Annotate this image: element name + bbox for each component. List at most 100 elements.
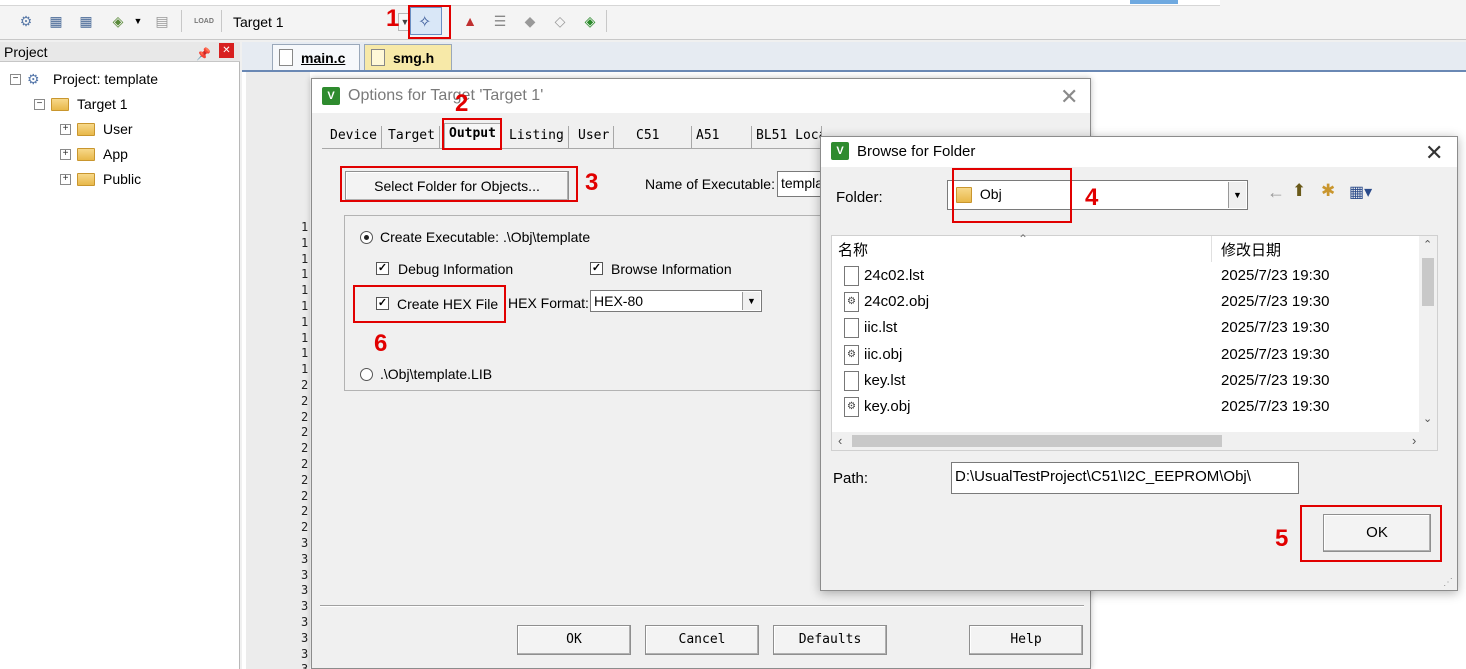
file-name: iic.obj bbox=[864, 345, 903, 363]
line-number: 1 bbox=[301, 346, 309, 361]
tab-main-c[interactable]: main.c bbox=[272, 44, 360, 70]
column-header-name[interactable]: 名称 bbox=[838, 239, 868, 260]
tree-item-group[interactable]: + App bbox=[60, 144, 128, 164]
object-file-icon: ⚙ bbox=[844, 344, 859, 365]
tree-item-project[interactable]: − ⚙ Project: template bbox=[10, 69, 158, 89]
expand-icon[interactable]: + bbox=[60, 148, 71, 160]
expand-icon[interactable]: + bbox=[60, 123, 71, 135]
help-button[interactable]: Help bbox=[969, 625, 1083, 655]
scroll-thumb[interactable] bbox=[1422, 258, 1434, 306]
stop-build-icon[interactable]: ▤ bbox=[152, 11, 172, 31]
chevron-down-icon[interactable]: ▼ bbox=[1228, 182, 1246, 208]
build-icon[interactable]: ▦ bbox=[46, 11, 66, 31]
file-extensions-icon[interactable]: ☰ bbox=[490, 11, 510, 31]
collapse-icon[interactable]: − bbox=[34, 98, 45, 110]
defaults-button[interactable]: Defaults bbox=[773, 625, 887, 655]
scroll-left-icon[interactable]: ‹ bbox=[838, 433, 842, 448]
tree-item-label: App bbox=[103, 146, 128, 162]
resize-grip-icon[interactable]: ⋰ bbox=[1443, 577, 1453, 588]
tab-c51[interactable]: C51 bbox=[632, 126, 692, 148]
line-number: 1 bbox=[301, 220, 309, 234]
file-row[interactable]: 24c02.lst 2025/7/23 19:30 bbox=[832, 264, 1419, 290]
tab-label: smg.h bbox=[393, 49, 435, 66]
rte-icon[interactable]: ◆ bbox=[520, 11, 540, 31]
back-arrow-icon[interactable]: ← bbox=[1267, 182, 1285, 203]
file-name: 24c02.lst bbox=[864, 267, 925, 284]
create-library-radio[interactable] bbox=[360, 368, 373, 381]
tree-item-group[interactable]: + User bbox=[60, 119, 133, 139]
line-number: 3 bbox=[301, 567, 309, 582]
debug-info-checkbox[interactable]: ✓ bbox=[376, 262, 389, 275]
close-icon[interactable]: ✕ bbox=[219, 43, 234, 58]
file-row[interactable]: ⚙ key.obj 2025/7/23 19:30 bbox=[832, 395, 1419, 421]
tree-item-group[interactable]: + Public bbox=[60, 169, 141, 189]
chevron-down-icon[interactable]: ▼ bbox=[742, 292, 760, 310]
batch-build-icon[interactable]: ◈ bbox=[108, 11, 128, 31]
browse-info-checkbox[interactable]: ✓ bbox=[590, 262, 603, 275]
scroll-right-icon[interactable]: › bbox=[1412, 433, 1416, 448]
create-exec-radio[interactable] bbox=[360, 231, 373, 244]
scroll-down-icon[interactable]: ⌄ bbox=[1423, 412, 1432, 425]
tab-device[interactable]: Device bbox=[326, 126, 382, 148]
file-row[interactable]: iic.lst 2025/7/23 19:30 bbox=[832, 316, 1419, 342]
collapse-icon[interactable]: − bbox=[10, 73, 21, 85]
line-number: 2 bbox=[301, 472, 309, 487]
path-input[interactable]: D:\UsualTestProject\C51\I2C_EEPROM\Obj\ bbox=[951, 462, 1299, 494]
tab-user[interactable]: User bbox=[574, 126, 615, 148]
line-number: 3 bbox=[301, 615, 309, 629]
cancel-button[interactable]: Cancel bbox=[645, 625, 759, 655]
file-date: 2025/7/23 19:30 bbox=[1221, 398, 1330, 415]
horizontal-scrollbar[interactable]: ‹ › bbox=[832, 432, 1437, 450]
up-folder-icon[interactable]: ⬆ bbox=[1292, 181, 1306, 201]
translate-icon[interactable]: ⚙ bbox=[16, 11, 36, 31]
hex-format-value: HEX-80 bbox=[594, 293, 644, 309]
tree-item-label: Target 1 bbox=[77, 96, 128, 112]
tree-item-target[interactable]: − Target 1 bbox=[34, 94, 128, 114]
tab-bl51-locate[interactable]: BL51 Locate bbox=[752, 126, 822, 148]
line-number: 1 bbox=[301, 251, 309, 266]
target-select[interactable]: Target 1 ▼ bbox=[227, 10, 412, 34]
toolbar-separator bbox=[221, 10, 222, 32]
line-number: 3 bbox=[301, 646, 309, 661]
new-folder-icon[interactable]: ✱ bbox=[1321, 181, 1335, 201]
view-menu-icon[interactable]: ▦▾ bbox=[1349, 182, 1372, 202]
hex-format-select[interactable]: HEX-80 ▼ bbox=[590, 290, 762, 312]
file-name: key.lst bbox=[864, 371, 906, 389]
tab-a51[interactable]: A51 bbox=[692, 126, 752, 148]
tab-target[interactable]: Target bbox=[384, 126, 440, 148]
tab-smg-h[interactable]: smg.h bbox=[364, 44, 452, 70]
file-name: 24c02.obj bbox=[864, 293, 930, 311]
rebuild-icon[interactable]: ▦ bbox=[76, 11, 96, 31]
pack-icon[interactable]: ◈ bbox=[580, 11, 600, 31]
menu-strip-accent bbox=[1130, 0, 1178, 4]
download-icon[interactable]: LOAD bbox=[192, 11, 216, 31]
folder-icon bbox=[77, 147, 95, 161]
manage-components-icon[interactable]: ▲ bbox=[460, 11, 480, 31]
file-date: 2025/7/23 19:30 bbox=[1221, 267, 1330, 284]
pin-icon[interactable]: 📌 bbox=[196, 44, 211, 64]
line-number: 1 bbox=[301, 283, 309, 298]
project-icon: ⚙ bbox=[27, 71, 40, 87]
scroll-thumb[interactable] bbox=[852, 435, 1222, 447]
column-header-date[interactable]: 修改日期 bbox=[1221, 239, 1281, 260]
close-icon[interactable]: ✕ bbox=[1425, 140, 1443, 166]
browse-info-label: Browse Information bbox=[611, 261, 732, 277]
close-icon[interactable]: ✕ bbox=[1060, 84, 1078, 110]
line-number: 2 bbox=[301, 504, 309, 519]
pack-installer-icon[interactable]: ◇ bbox=[550, 11, 570, 31]
line-number: 1 bbox=[301, 314, 309, 329]
file-row[interactable]: ⚙ iic.obj 2025/7/23 19:30 bbox=[832, 343, 1419, 369]
vertical-scrollbar[interactable]: ⌃ ⌄ bbox=[1419, 236, 1437, 432]
tab-listing[interactable]: Listing bbox=[505, 126, 569, 148]
create-exec-label: Create Executable: .\Obj\template bbox=[380, 229, 591, 245]
file-row[interactable]: key.lst 2025/7/23 19:30 bbox=[832, 369, 1419, 395]
scroll-up-icon[interactable]: ⌃ bbox=[1423, 238, 1432, 251]
line-number: 3 bbox=[301, 583, 309, 598]
batch-dropdown-icon[interactable]: ▼ bbox=[128, 11, 148, 31]
ok-button[interactable]: OK bbox=[517, 625, 631, 655]
file-date: 2025/7/23 19:30 bbox=[1221, 371, 1330, 389]
annotation-number-5: 5 bbox=[1275, 525, 1289, 552]
folder-label: Folder: bbox=[836, 189, 883, 206]
expand-icon[interactable]: + bbox=[60, 173, 71, 185]
file-row[interactable]: ⚙ 24c02.obj 2025/7/23 19:30 bbox=[832, 290, 1419, 316]
